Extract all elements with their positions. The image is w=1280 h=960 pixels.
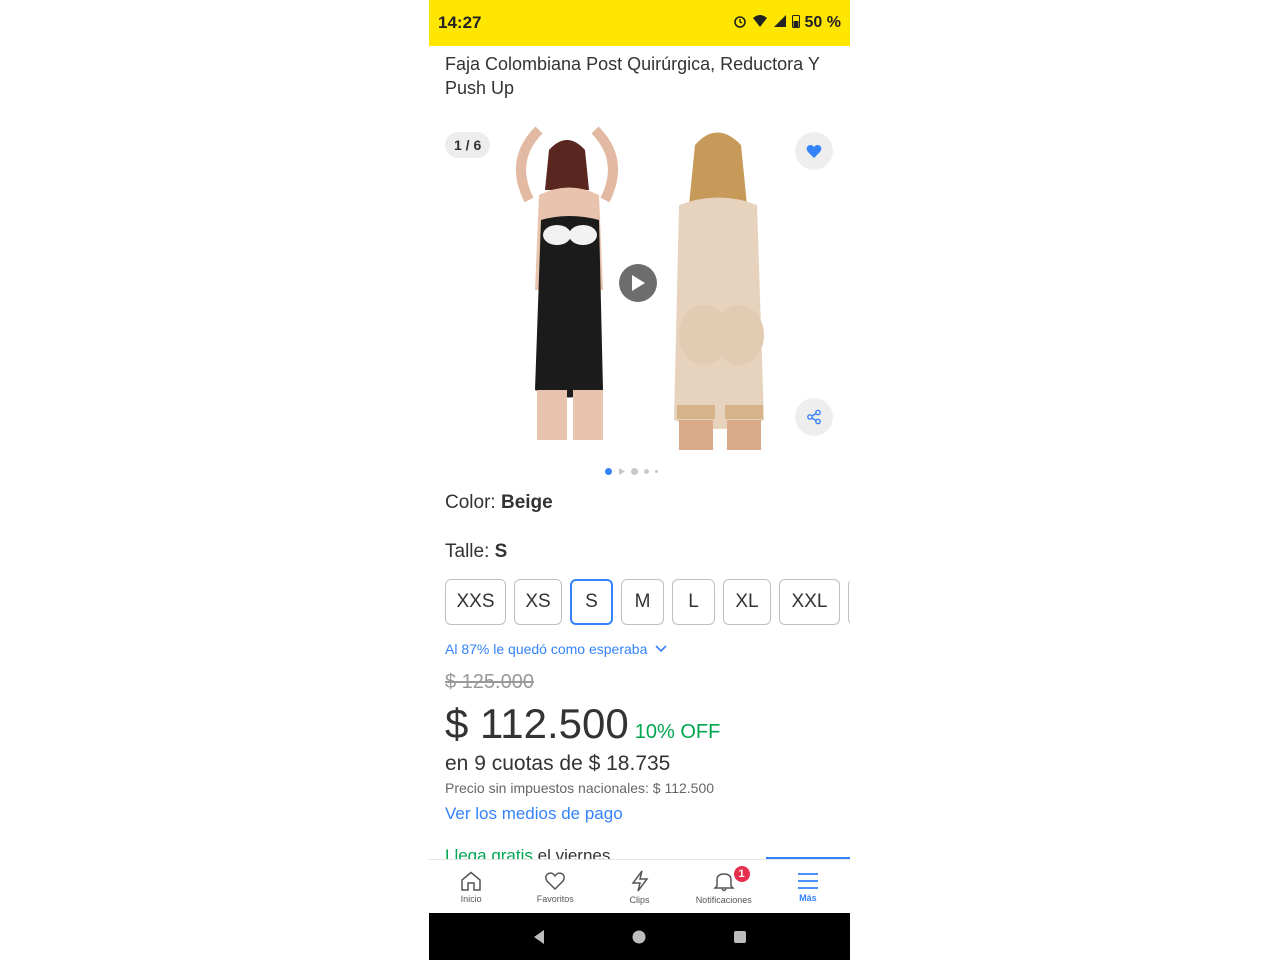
recents-icon[interactable] [732, 929, 748, 945]
size-option-xs[interactable]: XS [514, 579, 562, 625]
product-title: Faja Colombiana Post Quirúrgica, Reducto… [445, 54, 820, 98]
heart-icon [806, 144, 822, 158]
status-time: 14:27 [438, 13, 482, 32]
menu-icon [797, 872, 818, 889]
size-option-xxl[interactable]: XXL [779, 579, 840, 625]
size-label: Talle: [445, 541, 495, 562]
status-icons: 50 % [733, 14, 841, 33]
play-video-button[interactable] [619, 264, 657, 302]
pagination-dot [605, 468, 612, 475]
nav-item-clips[interactable]: Clips [597, 860, 681, 914]
home-icon [461, 871, 481, 891]
nav-item-mas[interactable]: Más [766, 860, 850, 914]
installments-prefix: en 9 cuotas de [445, 752, 589, 775]
battery-level: 50 % [804, 14, 841, 31]
image-gallery[interactable]: 1 / 6 [429, 120, 850, 460]
chevron-down-icon [655, 645, 667, 653]
nav-item-inicio[interactable]: Inicio [429, 860, 513, 914]
discount-badge: 10% OFF [634, 721, 721, 743]
installments-amount: $ 18.735 [588, 752, 671, 775]
nav-item-notificaciones[interactable]: Notificaciones 1 [682, 860, 766, 914]
shipping-free: Llega gratis [445, 846, 533, 860]
share-button[interactable] [795, 398, 833, 436]
bolt-icon [631, 870, 648, 891]
shipping-day: el viernes [532, 846, 611, 860]
signal-icon [773, 14, 787, 33]
size-option-more[interactable] [848, 579, 850, 625]
wifi-icon [752, 14, 768, 33]
notification-badge: 1 [731, 864, 752, 884]
heart-icon [545, 871, 566, 890]
color-selector-label: Color: Beige [445, 492, 553, 514]
bottom-navigation: Inicio Favoritos Clips Notificaciones 1 … [429, 859, 850, 914]
color-label: Color: [445, 492, 501, 513]
home-button-icon[interactable] [631, 929, 647, 945]
video-indicator-icon [619, 468, 625, 475]
alarm-icon [733, 14, 747, 33]
price-row: $ 112.500 10% OFF [445, 700, 720, 748]
shipping-info: Llega gratis el viernes [445, 846, 610, 860]
color-value: Beige [500, 492, 553, 513]
nav-label: Clips [629, 894, 650, 905]
original-price: $ 125.000 [445, 671, 534, 693]
favorite-button[interactable] [795, 132, 833, 170]
fit-rating-link[interactable]: Al 87% le quedó como esperaba [445, 641, 667, 657]
size-option-xl[interactable]: XL [723, 579, 771, 625]
nav-label: Más [799, 892, 817, 903]
size-option-m[interactable]: M [621, 579, 664, 625]
back-icon[interactable] [531, 929, 547, 945]
pagination-dot [631, 468, 638, 475]
pagination-dot [644, 469, 649, 474]
phone-screen: 14:27 50 % Faja Colombiana Post Quirúrgi… [429, 0, 850, 960]
fit-rating-text: Al 87% le quedó como esperaba [445, 641, 648, 657]
nav-label: Notificaciones [695, 894, 752, 905]
gallery-pagination [605, 468, 658, 475]
tax-free-price: Precio sin impuestos nacionales: $ 112.5… [445, 780, 715, 796]
size-option-l[interactable]: L [672, 579, 715, 625]
pagination-dot [655, 470, 658, 473]
payment-methods-link[interactable]: Ver los medios de pago [445, 804, 623, 824]
system-navigation-bar [429, 913, 850, 960]
nav-item-favoritos[interactable]: Favoritos [513, 860, 597, 914]
battery-icon [791, 14, 800, 33]
installments-info: en 9 cuotas de $ 18.735 [445, 752, 670, 776]
status-bar: 14:27 50 % [429, 0, 850, 46]
size-value: S [494, 541, 508, 562]
play-icon [632, 275, 645, 291]
size-options: XXS XS S M L XL XXL [445, 579, 850, 625]
current-price: $ 112.500 [445, 700, 629, 747]
nav-label: Favoritos [536, 893, 574, 904]
size-option-xxs[interactable]: XXS [445, 579, 506, 625]
share-icon [807, 409, 821, 425]
nav-label: Inicio [460, 893, 482, 904]
size-selector-label: Talle: S [445, 541, 507, 563]
size-option-s[interactable]: S [570, 579, 613, 625]
image-counter: 1 / 6 [445, 132, 491, 158]
